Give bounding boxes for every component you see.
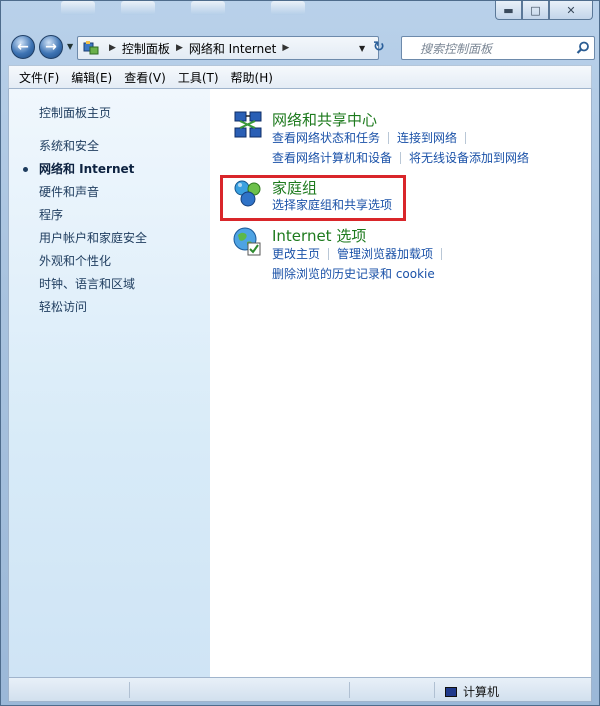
link-row: 删除浏览的历史记录和 cookie: [272, 265, 435, 282]
sidebar: 控制面板主页 系统和安全 网络和 Internet 硬件和声音 程序 用户帐户和…: [9, 89, 210, 677]
refresh-icon[interactable]: ↻: [373, 39, 385, 55]
active-bullet-icon: [23, 167, 28, 172]
link-row: 查看网络状态和任务 连接到网络: [272, 129, 474, 146]
breadcrumb-network-internet[interactable]: 网络和 Internet: [189, 40, 276, 57]
link-separator: [465, 131, 467, 144]
search-box[interactable]: 搜索控制面板: [401, 36, 595, 60]
breadcrumb-control-panel[interactable]: 控制面板: [122, 40, 170, 57]
minimize-button[interactable]: ▬: [495, 1, 522, 20]
navigation-bar: ← → ▼ ▶ 控制面板 ▶ 网络和 Internet ▶ ▼ ↻ 搜索控制面板: [9, 31, 595, 61]
close-button[interactable]: ✕: [549, 1, 593, 20]
maximize-icon: □: [530, 3, 541, 17]
desktop-icons-strip: [41, 1, 441, 27]
sidebar-item-network-internet[interactable]: 网络和 Internet: [39, 160, 134, 177]
link-homegroup-options[interactable]: 选择家庭组和共享选项: [272, 196, 392, 213]
control-panel-icon: [83, 40, 99, 56]
forward-button[interactable]: →: [39, 35, 63, 59]
link-change-homepage[interactable]: 更改主页: [272, 245, 320, 262]
status-computer: 计算机: [445, 683, 499, 700]
sidebar-item-clock-language[interactable]: 时钟、语言和区域: [39, 275, 135, 292]
computer-icon: [445, 686, 457, 697]
menu-help[interactable]: 帮助(H): [225, 69, 279, 86]
link-separator: [388, 131, 390, 144]
minimize-icon: ▬: [503, 3, 514, 17]
caption-buttons: ▬ □ ✕: [495, 1, 593, 21]
sidebar-item-hardware-sound[interactable]: 硬件和声音: [39, 183, 99, 200]
menu-view[interactable]: 查看(V): [118, 69, 172, 86]
link-delete-history[interactable]: 删除浏览的历史记录和 cookie: [272, 265, 435, 282]
menu-bar: 文件(F) 编辑(E) 查看(V) 工具(T) 帮助(H): [8, 65, 592, 89]
sidebar-item-programs[interactable]: 程序: [39, 206, 63, 223]
link-separator: [441, 247, 443, 260]
recent-pages-dropdown[interactable]: ▼: [67, 42, 73, 51]
back-arrow-icon: ←: [17, 39, 29, 55]
sidebar-item-control-panel-home[interactable]: 控制面板主页: [39, 104, 111, 121]
link-separator: [328, 247, 330, 260]
address-separator: ▶: [175, 43, 183, 53]
content-area: 控制面板主页 系统和安全 网络和 Internet 硬件和声音 程序 用户帐户和…: [8, 89, 592, 677]
window-frame: ▬ □ ✕ ← → ▼ ▶ 控制面板 ▶ 网络和 Internet ▶ ▼ ↻ …: [0, 0, 600, 706]
forward-arrow-icon: →: [45, 39, 57, 55]
link-row: 查看网络计算机和设备 将无线设备添加到网络: [272, 149, 529, 166]
address-dropdown[interactable]: ▼: [359, 44, 365, 53]
link-connect-to-network[interactable]: 连接到网络: [397, 129, 457, 146]
address-separator: ▶: [282, 43, 290, 53]
link-add-wireless-device[interactable]: 将无线设备添加到网络: [409, 149, 529, 166]
sidebar-item-ease-of-access[interactable]: 轻松访问: [39, 298, 87, 315]
section-title-internet-options[interactable]: Internet 选项: [272, 225, 366, 246]
link-row: 更改主页 管理浏览器加载项: [272, 245, 450, 262]
link-separator: [400, 151, 402, 164]
sidebar-item-system-security[interactable]: 系统和安全: [39, 137, 99, 154]
search-input[interactable]: 搜索控制面板: [402, 40, 572, 57]
section-title-network-sharing[interactable]: 网络和共享中心: [272, 109, 377, 130]
maximize-button[interactable]: □: [522, 1, 549, 20]
status-bar: 计算机: [8, 677, 592, 702]
back-button[interactable]: ←: [11, 35, 35, 59]
menu-edit[interactable]: 编辑(E): [65, 69, 118, 86]
sidebar-item-user-accounts[interactable]: 用户帐户和家庭安全: [39, 229, 147, 246]
homegroup-icon: [232, 177, 264, 209]
close-icon: ✕: [566, 3, 576, 17]
link-row: 选择家庭组和共享选项: [272, 196, 392, 213]
link-view-network-computers[interactable]: 查看网络计算机和设备: [272, 149, 392, 166]
menu-file[interactable]: 文件(F): [13, 69, 65, 86]
section-title-homegroup[interactable]: 家庭组: [272, 177, 317, 198]
search-icon[interactable]: [572, 41, 594, 55]
sidebar-item-appearance[interactable]: 外观和个性化: [39, 252, 111, 269]
link-view-network-status[interactable]: 查看网络状态和任务: [272, 129, 380, 146]
status-computer-label: 计算机: [463, 685, 500, 699]
menu-tools[interactable]: 工具(T): [172, 69, 225, 86]
link-manage-addons[interactable]: 管理浏览器加载项: [337, 245, 433, 262]
address-separator: ▶: [109, 43, 116, 53]
address-bar[interactable]: ▶ 控制面板 ▶ 网络和 Internet ▶: [77, 36, 379, 60]
network-sharing-icon: [232, 109, 264, 141]
internet-options-icon: [232, 225, 264, 257]
